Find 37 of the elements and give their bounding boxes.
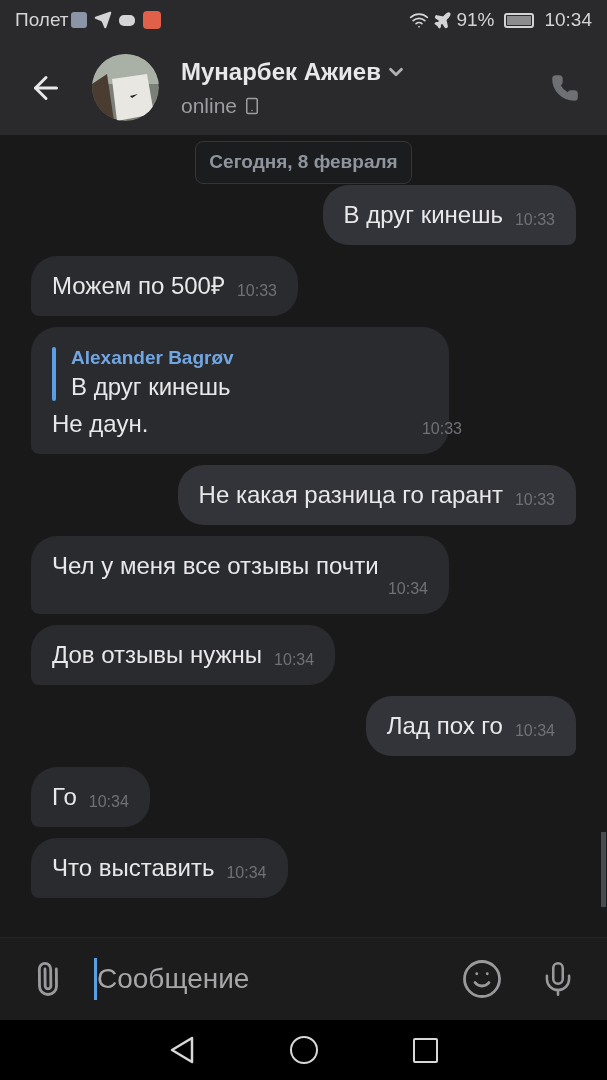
battery-percent: 91%: [456, 7, 495, 32]
message-text: Что выставить: [52, 853, 215, 883]
message-time: 10:33: [420, 421, 462, 439]
message-text: Го: [52, 782, 77, 812]
back-triangle-icon[interactable]: [169, 1036, 195, 1064]
message-text: Чел у меня все отзывы почти: [52, 551, 379, 581]
airplane-icon: [433, 10, 453, 30]
message-field[interactable]: Сообщение: [94, 958, 461, 1000]
recents-square-icon[interactable]: [413, 1037, 438, 1063]
contact-status: online: [181, 92, 238, 119]
message-text: Дов отзывы нужны: [52, 640, 263, 670]
message-text: В друг кинешь: [343, 200, 503, 230]
message-time: 10:34: [386, 581, 428, 599]
message-time: 10:34: [87, 794, 129, 812]
message-time: 10:34: [225, 865, 267, 883]
contact-name[interactable]: Мунарбек Ажиев: [181, 53, 381, 90]
wifi-icon: [409, 10, 430, 30]
date-chip: Сегодня, 8 февраля: [195, 141, 412, 184]
message-text: Лад пох го: [386, 711, 503, 741]
paper-plane-icon: [93, 11, 112, 29]
message-time: 10:33: [513, 212, 555, 230]
clock: 10:34: [544, 7, 592, 32]
message-time: 10:34: [273, 652, 315, 670]
message-time: 10:33: [235, 283, 277, 301]
emoji-button[interactable]: [461, 958, 503, 1000]
message-time: 10:33: [513, 492, 555, 510]
app-icon: [142, 11, 161, 29]
call-button[interactable]: [551, 73, 579, 102]
message-text: Можем по 500₽: [52, 271, 225, 301]
quote-bar: [52, 347, 56, 401]
message-text: Не даун.: [52, 409, 149, 439]
quote-text: В друг кинешь: [71, 372, 232, 402]
carrier-name: Полет: [15, 7, 69, 32]
message-text: Не какая разница го гарант: [198, 480, 503, 510]
battery-icon: [504, 12, 535, 28]
message-time: 10:34: [513, 723, 555, 741]
quote-author: Alexander Bagrøv: [71, 346, 234, 370]
